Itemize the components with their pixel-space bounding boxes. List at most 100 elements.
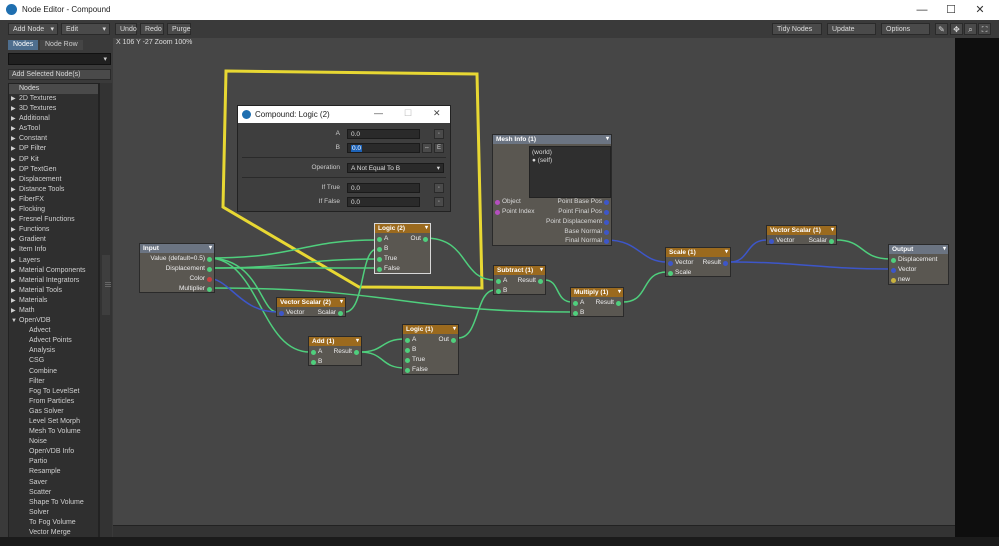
- logic-1-node[interactable]: Logic (1) ▾ A Out B True False: [402, 324, 459, 375]
- port-label: Vector: [898, 266, 917, 273]
- input-port[interactable]: [495, 209, 500, 215]
- output-port[interactable]: [604, 229, 609, 235]
- output-node[interactable]: Output ▾ Displacement Vector new: [888, 244, 949, 285]
- mesh-info-1-node[interactable]: Mesh Info (1) ▾ (world) ● (self) Object Po…: [492, 134, 612, 246]
- add-1-node[interactable]: Add (1) ▾ A Result B: [308, 336, 362, 366]
- port-label: Scalar: [317, 309, 336, 316]
- input-port[interactable]: [769, 238, 774, 244]
- tree-item-label: (self): [537, 157, 553, 164]
- input-port[interactable]: [668, 260, 673, 266]
- output-port[interactable]: [604, 238, 609, 244]
- input-port[interactable]: [573, 310, 578, 316]
- chevron-down-icon[interactable]: ▾: [453, 325, 456, 334]
- output-port[interactable]: [338, 310, 343, 316]
- scale-1-node[interactable]: Scale (1) ▾ Vector Result Scale: [665, 247, 731, 277]
- logic-2-node[interactable]: Logic (2) ▾ A Out B True False: [374, 223, 431, 274]
- chevron-down-icon[interactable]: ▾: [618, 288, 621, 297]
- chevron-down-icon[interactable]: ▾: [831, 226, 834, 235]
- tree-item-self[interactable]: ● (self): [532, 157, 552, 164]
- chevron-down-icon[interactable]: ▾: [606, 135, 609, 144]
- input-port[interactable]: [311, 349, 316, 355]
- param-a-input[interactable]: 0.0: [347, 129, 420, 139]
- close-icon[interactable]: ✕: [433, 108, 441, 119]
- input-port[interactable]: [891, 267, 896, 273]
- output-port[interactable]: [207, 266, 212, 272]
- vector-scalar-1-node[interactable]: Vector Scalar (1) ▾ Vector Scalar: [766, 225, 837, 245]
- param-b-input[interactable]: 0.0: [347, 143, 420, 153]
- port-row: Point Displacement: [493, 217, 611, 227]
- wire: [359, 338, 406, 353]
- input-port[interactable]: [377, 236, 382, 242]
- input-node[interactable]: Input ▾ Value (default=0.5) Displacement …: [139, 243, 215, 293]
- input-port[interactable]: [405, 337, 410, 343]
- input-port[interactable]: [405, 367, 410, 373]
- item-tree[interactable]: (world) ● (self): [529, 146, 611, 198]
- output-row: Color: [140, 274, 214, 284]
- input-port[interactable]: [377, 246, 382, 252]
- output-port[interactable]: [451, 337, 456, 343]
- input-port[interactable]: [311, 359, 316, 365]
- chevron-down-icon[interactable]: ▾: [340, 298, 343, 307]
- port-label: True: [384, 255, 398, 262]
- tree-item-world[interactable]: (world): [532, 149, 552, 156]
- input-port[interactable]: [496, 278, 501, 284]
- port-label: new: [898, 276, 910, 283]
- output-port[interactable]: [604, 209, 609, 215]
- maximize-icon[interactable]: ☐: [404, 108, 412, 119]
- port-row: True: [403, 355, 458, 365]
- port-label: B: [412, 346, 417, 353]
- port-label: Displacement: [898, 256, 938, 263]
- chevron-down-icon[interactable]: ▾: [425, 224, 428, 233]
- port-row: A Result: [494, 276, 545, 286]
- port-row: A Out: [375, 234, 430, 244]
- output-port[interactable]: [354, 349, 359, 355]
- link-icon[interactable]: ◦: [434, 197, 444, 207]
- node-title: Logic (1): [406, 326, 434, 333]
- port-row: new: [889, 275, 948, 285]
- input-port[interactable]: [377, 266, 382, 272]
- multiply-1-node[interactable]: Multiply (1) ▾ A Result B: [570, 287, 624, 317]
- port-label: Point Base Pos: [557, 198, 602, 205]
- param-iftrue-input[interactable]: 0.0: [347, 183, 420, 193]
- subtract-1-node[interactable]: Subtract (1) ▾ A Result B: [493, 265, 546, 295]
- input-port[interactable]: [405, 357, 410, 363]
- input-port[interactable]: [573, 300, 578, 306]
- chevron-down-icon[interactable]: ▾: [725, 248, 728, 257]
- wire: [544, 279, 573, 303]
- output-port[interactable]: [207, 256, 212, 262]
- input-port[interactable]: [495, 199, 500, 205]
- port-label: Multiplier: [178, 285, 205, 292]
- input-port[interactable]: [405, 347, 410, 353]
- output-port[interactable]: [604, 219, 609, 225]
- output-port[interactable]: [423, 236, 428, 242]
- node-header: Mesh Info (1) ▾: [493, 135, 611, 144]
- vector-scalar-2-node[interactable]: Vector Scalar (2) ▾ Vector Scalar: [276, 297, 346, 317]
- output-port[interactable]: [604, 199, 609, 205]
- input-port[interactable]: [668, 270, 673, 276]
- port-label: Result: [517, 277, 536, 284]
- input-port[interactable]: [891, 257, 896, 263]
- chevron-down-icon[interactable]: ▾: [540, 266, 543, 275]
- output-port[interactable]: [723, 260, 728, 266]
- chevron-down-icon[interactable]: ▾: [209, 244, 212, 253]
- output-port[interactable]: [616, 300, 621, 306]
- link-icon[interactable]: ◦: [434, 129, 444, 139]
- minimize-icon[interactable]: —: [374, 108, 383, 118]
- output-port[interactable]: [207, 276, 212, 282]
- input-port[interactable]: [891, 277, 896, 283]
- input-port[interactable]: [377, 256, 382, 262]
- link-icon[interactable]: ◦: [434, 183, 444, 193]
- envelope-button[interactable]: E: [434, 143, 444, 153]
- output-port[interactable]: [829, 238, 834, 244]
- node-header: Output ▾: [889, 245, 948, 254]
- input-port[interactable]: [496, 288, 501, 294]
- param-iffalse-input[interactable]: 0.0: [347, 197, 420, 207]
- param-label: If True: [321, 184, 340, 191]
- chevron-down-icon[interactable]: ▾: [356, 337, 359, 346]
- output-port[interactable]: [538, 278, 543, 284]
- link-icon[interactable]: ⇔: [422, 143, 432, 153]
- input-port[interactable]: [279, 310, 284, 316]
- operation-dropdown[interactable]: A Not Equal To B ▾: [347, 163, 444, 173]
- output-port[interactable]: [207, 286, 212, 292]
- chevron-down-icon[interactable]: ▾: [943, 245, 946, 254]
